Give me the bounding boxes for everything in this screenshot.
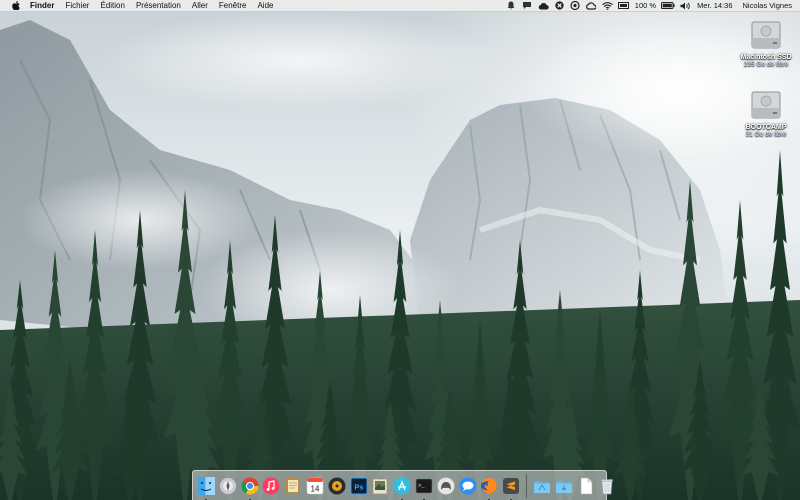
menu-app-finder[interactable]: Finder bbox=[30, 0, 54, 12]
apple-menu-icon[interactable] bbox=[10, 1, 22, 10]
desktop-wallpaper bbox=[0, 0, 800, 500]
menu-edition[interactable]: Édition bbox=[100, 0, 124, 12]
chrome-icon bbox=[241, 477, 259, 495]
chat-icon[interactable] bbox=[522, 0, 533, 11]
menu-fichier[interactable]: Fichier bbox=[65, 0, 89, 12]
itunes-icon bbox=[262, 477, 280, 494]
finder-icon bbox=[197, 476, 215, 495]
disk-free-space: 235 Go de libre bbox=[743, 61, 789, 68]
dock-audio-app[interactable] bbox=[327, 476, 347, 496]
dock-messages[interactable] bbox=[458, 476, 478, 496]
vpn-icon[interactable] bbox=[570, 0, 581, 11]
airplay-icon[interactable] bbox=[617, 0, 629, 11]
menu-clock[interactable]: Mer. 14:36 bbox=[697, 0, 732, 12]
volume-icon[interactable] bbox=[680, 0, 691, 11]
disk-macintosh-ssd[interactable]: Macintosh SSD 235 Go de libre bbox=[726, 18, 800, 68]
document-icon bbox=[580, 477, 592, 494]
dock-launchpad[interactable] bbox=[218, 476, 238, 496]
firefox-icon bbox=[481, 477, 498, 494]
applications-folder-icon bbox=[533, 480, 550, 493]
creative-cloud-icon[interactable] bbox=[586, 0, 597, 11]
dock-finder[interactable] bbox=[196, 476, 216, 500]
menu-presentation[interactable]: Présentation bbox=[136, 0, 181, 12]
menu-aller[interactable]: Aller bbox=[192, 0, 208, 12]
menu-bar-right: 100 % Mer. 14:36 Nicolas Vignes bbox=[501, 0, 800, 12]
notification-badge-icon[interactable] bbox=[506, 0, 517, 11]
hard-drive-icon bbox=[751, 21, 781, 49]
dock-separator bbox=[525, 473, 527, 498]
battery-percentage[interactable]: 100 % bbox=[635, 0, 656, 12]
sublime-text-icon bbox=[503, 477, 520, 494]
dock-document[interactable] bbox=[576, 476, 596, 496]
disk-name: Macintosh SSD bbox=[740, 54, 792, 61]
disk-free-space: 31 Go de libre bbox=[745, 131, 787, 138]
dock-downloads-folder[interactable] bbox=[554, 476, 574, 496]
preview-icon bbox=[373, 478, 388, 494]
calendar-day-number: 14 bbox=[311, 484, 320, 493]
trash-icon bbox=[601, 478, 614, 494]
dropbox-icon[interactable] bbox=[554, 0, 565, 11]
dock-notes[interactable] bbox=[283, 476, 303, 496]
app-store-icon bbox=[393, 477, 411, 494]
terminal-prompt: >_ bbox=[418, 482, 425, 489]
dock-applications-folder[interactable] bbox=[532, 476, 552, 496]
menu-fenetre[interactable]: Fenêtre bbox=[219, 0, 247, 12]
dock: 14 Ps >_ bbox=[192, 470, 614, 500]
messages-icon bbox=[459, 477, 477, 494]
photoshop-label: Ps bbox=[354, 482, 363, 491]
menu-bar-left: Finder Fichier Édition Présentation Alle… bbox=[0, 0, 284, 12]
launchpad-icon bbox=[218, 476, 237, 495]
audio-app-icon bbox=[328, 477, 346, 494]
wifi-icon[interactable] bbox=[601, 0, 613, 11]
notes-icon bbox=[286, 477, 301, 494]
battery-icon[interactable] bbox=[661, 0, 675, 11]
menu-bar: Finder Fichier Édition Présentation Alle… bbox=[0, 0, 800, 12]
calendar-icon: 14 bbox=[306, 477, 324, 494]
dock-sublime-text[interactable] bbox=[501, 476, 521, 500]
cloud-sync-icon[interactable] bbox=[538, 0, 549, 11]
downloads-folder-icon bbox=[555, 480, 572, 493]
dock-preview[interactable] bbox=[370, 476, 390, 496]
dock-chrome[interactable] bbox=[240, 476, 260, 500]
menu-aide[interactable]: Aide bbox=[257, 0, 273, 12]
photoshop-icon: Ps bbox=[350, 477, 368, 494]
dock-terminal[interactable]: >_ bbox=[414, 476, 434, 500]
hard-drive-icon bbox=[751, 91, 781, 119]
sequel-pro-icon bbox=[437, 476, 455, 495]
dock-calendar[interactable]: 14 bbox=[305, 476, 325, 496]
disk-bootcamp[interactable]: BOOTCAMP 31 Go de libre bbox=[726, 88, 800, 138]
dock-trash[interactable] bbox=[597, 476, 617, 496]
dock-firefox[interactable] bbox=[479, 476, 499, 500]
dock-sequel-pro[interactable] bbox=[436, 476, 456, 496]
dock-app-store[interactable] bbox=[392, 476, 412, 500]
user-menu[interactable]: Nicolas Vignes bbox=[743, 0, 792, 12]
dock-photoshop[interactable]: Ps bbox=[349, 476, 369, 496]
disk-name: BOOTCAMP bbox=[745, 124, 787, 131]
dock-itunes[interactable] bbox=[261, 476, 281, 496]
terminal-icon: >_ bbox=[415, 478, 433, 493]
